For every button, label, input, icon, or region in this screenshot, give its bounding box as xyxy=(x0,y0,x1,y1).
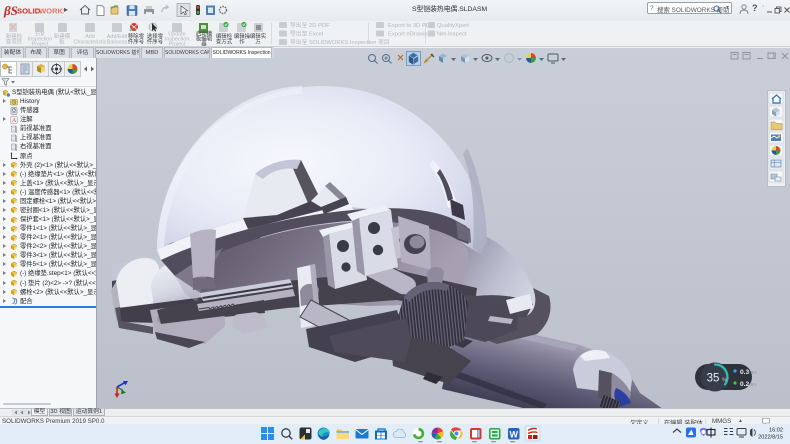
svg-text:Export eDrawing: Export eDrawing xyxy=(388,32,431,38)
svg-text:导出至 2D PDF: 导出至 2D PDF xyxy=(290,21,330,29)
svg-text:W: W xyxy=(509,430,518,440)
svg-text:QualityXpert: QualityXpert xyxy=(437,23,469,29)
svg-text:Project: Project xyxy=(169,42,186,47)
svg-text:查项目: 查项目 xyxy=(6,38,22,46)
svg-text:件序号: 件序号 xyxy=(128,38,145,46)
svg-text:2022/8/15: 2022/8/15 xyxy=(758,435,783,441)
svg-text:Net-Inspect: Net-Inspect xyxy=(437,32,467,38)
svg-text:板: 板 xyxy=(59,38,65,46)
svg-text:Export to 3D PDF: Export to 3D PDF xyxy=(388,23,434,29)
svg-text:%: % xyxy=(722,378,727,384)
svg-text:KB/s: KB/s xyxy=(748,382,756,387)
svg-text:导出至 SOLIDWORKS Inspection 项目: 导出至 SOLIDWORKS Inspection 项目 xyxy=(290,38,390,46)
svg-text:KB/s: KB/s xyxy=(748,370,756,375)
svg-text:A: A xyxy=(12,118,17,124)
svg-text:35: 35 xyxy=(707,373,720,385)
svg-text:βS: βS xyxy=(3,3,18,18)
svg-text:WORKS: WORKS xyxy=(39,7,64,16)
svg-text:作: 作 xyxy=(239,38,245,46)
svg-text:Project: Project xyxy=(32,42,49,47)
svg-text:SOLID: SOLID xyxy=(17,7,41,16)
svg-text:方: 方 xyxy=(255,38,261,46)
svg-text:器: 器 xyxy=(201,41,207,47)
svg-text:查方式: 查方式 xyxy=(216,38,233,46)
svg-text:件序号: 件序号 xyxy=(147,38,164,46)
svg-text:导出至 Excel: 导出至 Excel xyxy=(290,30,323,38)
svg-text:Characteristic: Characteristic xyxy=(74,40,107,46)
svg-text:Balloons: Balloons xyxy=(107,40,128,46)
svg-text:16:02: 16:02 xyxy=(769,428,783,434)
